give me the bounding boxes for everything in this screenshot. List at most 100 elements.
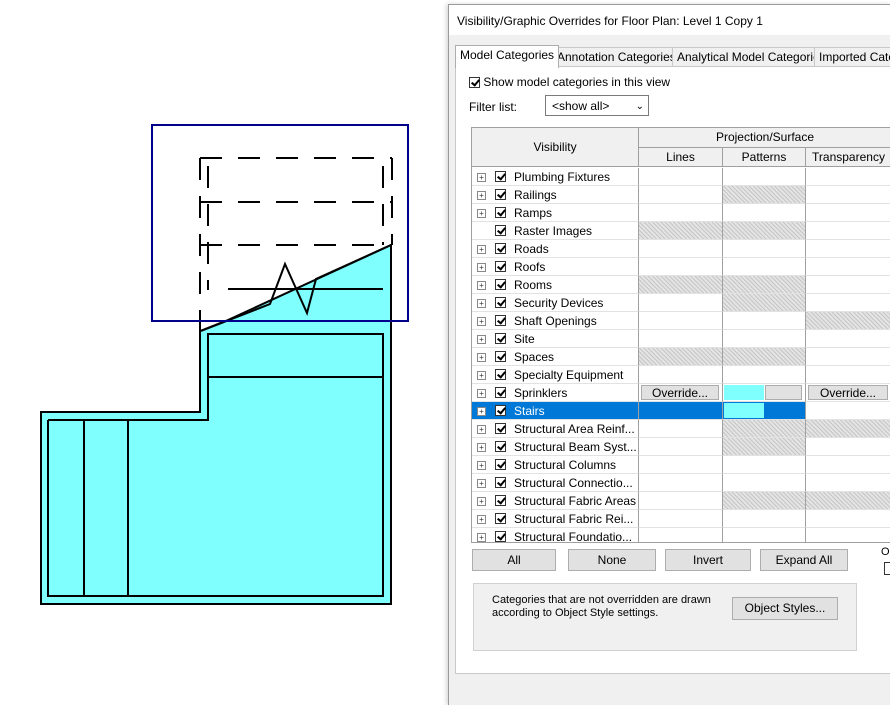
select-none-button[interactable]: None — [568, 549, 656, 571]
visibility-checkbox[interactable] — [495, 423, 506, 434]
category-visibility-cell[interactable]: + Site — [472, 330, 639, 348]
visibility-checkbox[interactable] — [495, 477, 506, 488]
pattern-color-swatch[interactable] — [724, 385, 764, 400]
category-visibility-cell[interactable]: Raster Images — [472, 222, 639, 240]
category-visibility-cell[interactable]: + Structural Connectio... — [472, 474, 639, 492]
transparency-cell[interactable] — [806, 438, 890, 456]
category-row[interactable]: + Security Devices — [472, 294, 890, 312]
lines-cell[interactable]: Override... — [639, 384, 723, 402]
expand-plus-icon[interactable]: + — [477, 407, 486, 416]
lines-cell[interactable] — [639, 312, 723, 330]
lines-cell[interactable] — [639, 528, 723, 542]
transparency-cell[interactable] — [806, 492, 890, 510]
category-visibility-cell[interactable]: + Structural Beam Syst... — [472, 438, 639, 456]
column-header-lines[interactable]: Lines — [639, 148, 723, 167]
category-visibility-cell[interactable]: + Structural Foundatio... — [472, 528, 639, 542]
visibility-checkbox[interactable] — [495, 531, 506, 542]
expand-plus-icon[interactable]: + — [477, 461, 486, 470]
category-row[interactable]: + Spaces — [472, 348, 890, 366]
expand-plus-icon[interactable]: + — [477, 371, 486, 380]
select-all-button[interactable]: All — [472, 549, 556, 571]
patterns-cell[interactable] — [723, 438, 806, 456]
patterns-cell[interactable] — [723, 474, 806, 492]
expand-plus-icon[interactable]: + — [477, 191, 486, 200]
expand-plus-icon[interactable]: + — [477, 425, 486, 434]
category-row[interactable]: + Structural Area Reinf... — [472, 420, 890, 438]
visibility-checkbox[interactable] — [495, 261, 506, 272]
visibility-checkbox[interactable] — [495, 405, 506, 416]
expand-all-button[interactable]: Expand All — [760, 549, 848, 571]
transparency-cell[interactable] — [806, 186, 890, 204]
expand-plus-icon[interactable]: + — [477, 389, 486, 398]
patterns-cell[interactable] — [723, 366, 806, 384]
category-visibility-cell[interactable]: + Roofs — [472, 258, 639, 276]
tab-model-categories[interactable]: Model Categories — [455, 45, 560, 68]
column-header-patterns[interactable]: Patterns — [723, 148, 806, 167]
floor-plan-canvas[interactable] — [0, 0, 448, 704]
expand-plus-icon[interactable]: + — [477, 209, 486, 218]
category-row[interactable]: + Structural Foundatio... — [472, 528, 890, 542]
patterns-cell[interactable] — [723, 402, 806, 420]
column-header-visibility[interactable]: Visibility — [472, 128, 639, 167]
patterns-cell[interactable] — [723, 276, 806, 294]
lines-cell[interactable] — [639, 348, 723, 366]
visibility-checkbox[interactable] — [495, 297, 506, 308]
tab-analytical-model-categories[interactable]: Analytical Model Categories — [672, 47, 831, 67]
patterns-cell[interactable] — [723, 258, 806, 276]
transparency-cell[interactable] — [806, 330, 890, 348]
expand-plus-icon[interactable]: + — [477, 515, 486, 524]
tab-annotation-categories[interactable]: Annotation Categories — [552, 47, 681, 67]
category-row[interactable]: + Ramps — [472, 204, 890, 222]
visibility-checkbox[interactable] — [495, 225, 506, 236]
visibility-checkbox[interactable] — [495, 513, 506, 524]
lines-cell[interactable] — [639, 438, 723, 456]
transparency-cell[interactable] — [806, 402, 890, 420]
category-row[interactable]: + Sprinklers Override... Override... — [472, 384, 890, 402]
transparency-cell[interactable] — [806, 348, 890, 366]
transparency-cell[interactable]: Override... — [806, 384, 890, 402]
category-row[interactable]: + Structural Connectio... — [472, 474, 890, 492]
expand-plus-icon[interactable]: + — [477, 533, 486, 542]
visibility-checkbox[interactable] — [495, 333, 506, 344]
visibility-checkbox[interactable] — [495, 441, 506, 452]
override-host-checkbox[interactable] — [884, 562, 890, 575]
visibility-checkbox[interactable] — [495, 369, 506, 380]
transparency-cell[interactable] — [806, 456, 890, 474]
category-row[interactable]: + Shaft Openings — [472, 312, 890, 330]
category-row[interactable]: Raster Images — [472, 222, 890, 240]
visibility-checkbox[interactable] — [495, 189, 506, 200]
transparency-cell[interactable] — [806, 204, 890, 222]
lines-cell[interactable] — [639, 204, 723, 222]
expand-plus-icon[interactable]: + — [477, 263, 486, 272]
category-visibility-cell[interactable]: + Structural Columns — [472, 456, 639, 474]
pattern-override-button[interactable] — [765, 385, 802, 400]
patterns-cell[interactable] — [723, 456, 806, 474]
category-visibility-cell[interactable]: + Structural Fabric Rei... — [472, 510, 639, 528]
category-visibility-cell[interactable]: + Specialty Equipment — [472, 366, 639, 384]
lines-cell[interactable] — [639, 168, 723, 186]
invert-button[interactable]: Invert — [665, 549, 751, 571]
lines-cell[interactable] — [639, 510, 723, 528]
category-row[interactable]: + Site — [472, 330, 890, 348]
patterns-cell[interactable] — [723, 294, 806, 312]
patterns-cell[interactable] — [723, 330, 806, 348]
transparency-cell[interactable] — [806, 258, 890, 276]
category-visibility-cell[interactable]: + Security Devices — [472, 294, 639, 312]
category-visibility-cell[interactable]: + Stairs — [472, 402, 639, 420]
transparency-cell[interactable] — [806, 510, 890, 528]
transparency-cell[interactable] — [806, 366, 890, 384]
category-row[interactable]: + Rooms — [472, 276, 890, 294]
category-row[interactable]: + Roofs — [472, 258, 890, 276]
transparency-cell[interactable] — [806, 294, 890, 312]
object-styles-button[interactable]: Object Styles... — [732, 597, 838, 620]
visibility-checkbox[interactable] — [495, 279, 506, 290]
patterns-cell[interactable] — [723, 222, 806, 240]
transparency-cell[interactable] — [806, 222, 890, 240]
expand-plus-icon[interactable]: + — [477, 443, 486, 452]
category-row[interactable]: + Roads — [472, 240, 890, 258]
dialog-titlebar[interactable]: Visibility/Graphic Overrides for Floor P… — [449, 5, 890, 35]
patterns-cell[interactable] — [723, 240, 806, 258]
expand-plus-icon[interactable]: + — [477, 317, 486, 326]
category-row[interactable]: + Stairs — [472, 402, 890, 420]
patterns-cell[interactable] — [723, 312, 806, 330]
